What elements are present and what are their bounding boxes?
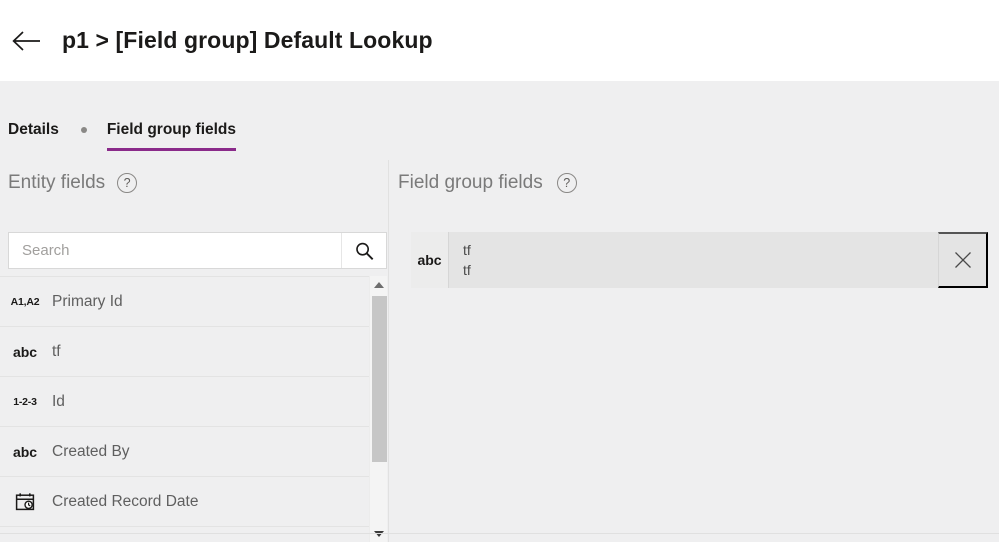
- tab-bar: Details Field group fields: [0, 81, 999, 151]
- field-group-fields-title: Field group fields: [398, 172, 543, 193]
- entity-fields-title: Entity fields: [8, 172, 106, 193]
- list-item[interactable]: 1-2-3 Id: [0, 377, 370, 427]
- list-item[interactable]: A1,A2 Primary Id: [0, 277, 370, 327]
- entity-fields-panel: Entity fields ? A1,A2 Primary Id abc: [0, 160, 389, 542]
- text-type-icon: abc: [12, 343, 38, 360]
- close-icon: [954, 252, 971, 268]
- list-item[interactable]: [0, 527, 370, 542]
- field-group-field-card[interactable]: abc tf tf: [411, 232, 988, 288]
- entity-fields-list-viewport: A1,A2 Primary Id abc tf 1-2-3 Id abc Cre…: [0, 276, 389, 542]
- list-item[interactable]: Created Record Date: [0, 477, 370, 527]
- list-item[interactable]: abc tf: [0, 327, 370, 377]
- page-title: p1 > [Field group] Default Lookup: [62, 27, 433, 53]
- entity-fields-scrollbar[interactable]: [369, 276, 387, 542]
- primary-key-icon: A1,A2: [10, 295, 40, 308]
- help-circle-icon[interactable]: ?: [117, 173, 138, 193]
- entity-fields-header: Entity fields ?: [0, 160, 388, 206]
- page-header: p1 > [Field group] Default Lookup: [0, 0, 999, 81]
- list-item-label: Id: [52, 392, 65, 410]
- search-input[interactable]: [9, 233, 341, 268]
- tab-details[interactable]: Details: [8, 121, 59, 151]
- field-group-field-text: tf tf: [449, 232, 938, 288]
- arrow-left-icon: [12, 30, 40, 51]
- back-button[interactable]: [4, 19, 48, 63]
- scrollbar-thumb[interactable]: [372, 296, 387, 462]
- tab-field-group-fields[interactable]: Field group fields: [106, 121, 237, 151]
- remove-field-button[interactable]: [938, 232, 988, 288]
- text-type-icon: abc: [12, 443, 38, 460]
- help-circle-icon[interactable]: ?: [556, 173, 577, 193]
- field-group-field-name: tf: [463, 241, 471, 258]
- panels-container: Entity fields ? A1,A2 Primary Id abc: [0, 160, 999, 542]
- list-item-label: Created By: [52, 442, 130, 460]
- bottom-divider: [0, 533, 999, 534]
- list-item-label: Created Record Date: [52, 492, 199, 510]
- field-group-fields-panel: Field group fields ? abc tf tf: [390, 160, 999, 542]
- number-type-icon: 1-2-3: [13, 395, 37, 408]
- field-group-fields-header: Field group fields ?: [390, 160, 999, 206]
- search-button[interactable]: [341, 233, 386, 268]
- entity-fields-list: A1,A2 Primary Id abc tf 1-2-3 Id abc Cre…: [0, 276, 370, 542]
- text-type-icon: abc: [411, 232, 449, 288]
- date-type-icon: [8, 492, 42, 512]
- search-icon: [356, 242, 374, 260]
- list-item-label: Primary Id: [52, 292, 123, 310]
- entity-fields-search: [8, 232, 387, 269]
- tab-separator-dot: [80, 127, 87, 133]
- list-item-label: tf: [52, 342, 61, 360]
- scroll-up-arrow-icon[interactable]: [370, 276, 388, 293]
- field-group-field-label: tf: [463, 261, 471, 278]
- list-item[interactable]: abc Created By: [0, 427, 370, 477]
